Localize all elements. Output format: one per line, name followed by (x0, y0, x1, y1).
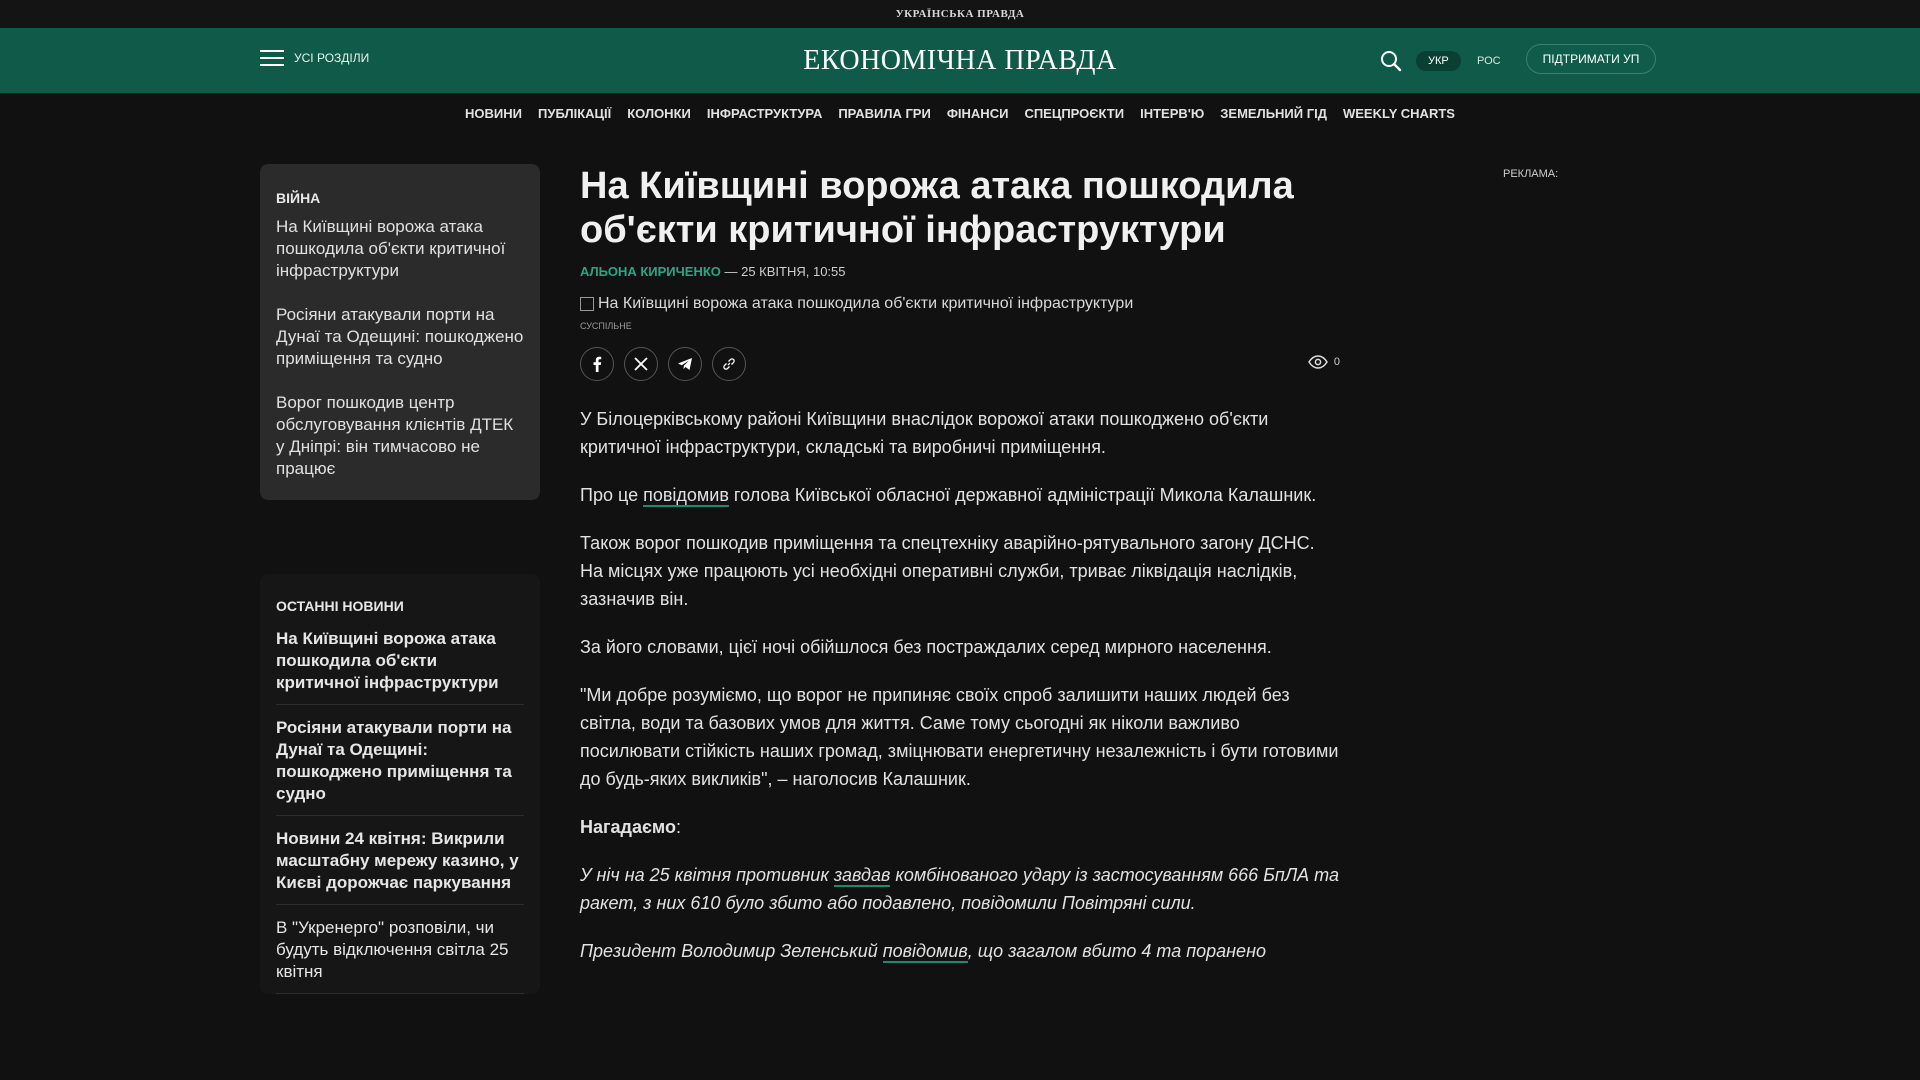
list-item[interactable]: На Київщині ворожа атака пошкодила об'єк… (276, 216, 524, 282)
ad-label: РЕКЛАМА: (1503, 168, 1559, 180)
nav-item-infrastructure[interactable]: ІНФРАСТРУКТУРА (707, 106, 822, 121)
copy-link-button[interactable] (712, 347, 746, 381)
author-link[interactable]: АЛЬОНА КИРИЧЕНКО (580, 264, 721, 279)
top-brand-strip: УКРАЇНСЬКА ПРАВДА (0, 0, 1920, 28)
paragraph: У Білоцерківському районі Київщини внасл… (580, 409, 1269, 457)
lang-ros-button[interactable]: РОС (1465, 51, 1513, 71)
war-heading[interactable]: ВІЙНА (276, 190, 524, 206)
source-link[interactable]: завдав (833, 865, 891, 887)
logo-link[interactable]: ЕКОНОМІЧНА ПРАВДА (803, 45, 1116, 76)
nav-item-columns[interactable]: КОЛОНКИ (627, 106, 691, 121)
image-source: СУСПІЛЬНЕ (580, 321, 632, 331)
article: На Київщині ворожа атака пошкодила об'єк… (580, 164, 1340, 985)
telegram-share-button[interactable] (668, 347, 702, 381)
search-icon[interactable] (1379, 49, 1403, 73)
image-alt-text: На Київщині ворожа атака пошкодила об'єк… (598, 295, 1134, 312)
site-header: УСІ РОЗДІЛИ ЕКОНОМІЧНА ПРАВДА УКР РОС ПІ… (0, 28, 1920, 93)
reminder-paragraph: Нагадаємо: (580, 817, 681, 837)
paragraph: Президент Володимир Зеленський повідомив… (580, 941, 1266, 963)
facebook-share-button[interactable] (580, 347, 614, 381)
main-nav: НОВИНИ ПУБЛІКАЦІЇ КОЛОНКИ ІНФРАСТРУКТУРА… (0, 93, 1920, 133)
lang-ukr-button[interactable]: УКР (1416, 51, 1461, 71)
x-icon (634, 357, 648, 371)
eye-icon (1307, 355, 1328, 369)
link-icon (723, 358, 735, 370)
reminder-label: Нагадаємо (580, 817, 676, 837)
telegram-icon (678, 358, 692, 370)
support-button[interactable]: ПІДТРИМАТИ УП (1526, 44, 1656, 74)
latest-news-heading[interactable]: ОСТАННІ НОВИНИ (276, 598, 524, 614)
list-item[interactable]: На Київщині ворожа атака пошкодила об'єк… (276, 628, 524, 705)
facebook-icon (593, 356, 602, 372)
x-share-button[interactable] (624, 347, 658, 381)
broken-image-icon (580, 297, 594, 311)
source-link[interactable]: повідомив (643, 485, 729, 507)
nav-item-finance[interactable]: ФІНАНСИ (947, 106, 1009, 121)
list-item[interactable]: Росіяни атакували порти на Дунаї та Одещ… (276, 717, 524, 816)
article-image: На Київщині ворожа атака пошкодила об'єк… (580, 295, 1340, 313)
share-bar: 0 (580, 347, 1340, 381)
view-count: 0 (1307, 355, 1340, 369)
paragraph: Також ворог пошкодив приміщення та спецт… (580, 533, 1315, 609)
paragraph: За його словами, цієї ночі обійшлося без… (580, 637, 1272, 657)
view-count-value: 0 (1333, 356, 1340, 368)
war-news-block: ВІЙНА На Київщині ворожа атака пошкодила… (260, 164, 540, 500)
list-item[interactable]: Росіяни атакували порти на Дунаї та Одещ… (276, 304, 524, 370)
article-date: — 25 КВІТНЯ, 10:55 (720, 264, 846, 279)
nav-item-rules[interactable]: ПРАВИЛА ГРИ (838, 106, 931, 121)
quote-paragraph: "Ми добре розуміємо, що ворог не припиня… (580, 685, 1339, 789)
nav-item-land-guide[interactable]: ЗЕМЕЛЬНИЙ ГІД (1220, 106, 1327, 121)
source-link[interactable]: повідомив (882, 941, 968, 963)
up-brand-link[interactable]: УКРАЇНСЬКА ПРАВДА (896, 8, 1025, 20)
article-title: На Київщині ворожа атака пошкодила об'єк… (580, 165, 1294, 251)
list-item[interactable]: В "Укренерго" розповіли, чи будуть відкл… (276, 917, 524, 994)
article-byline: АЛЬОНА КИРИЧЕНКО — 25 КВІТНЯ, 10:55 (580, 264, 1340, 279)
paragraph: У ніч на 25 квітня противник завдав комб… (580, 865, 1339, 913)
latest-news-block: ОСТАННІ НОВИНИ На Київщині ворожа атака … (260, 574, 540, 994)
nav-item-weekly-charts[interactable]: WEEKLY CHARTS (1343, 106, 1455, 121)
list-item[interactable]: Новини 24 квітня: Викрили масштабну мере… (276, 828, 524, 905)
article-body: У Білоцерківському районі Київщини внасл… (580, 405, 1340, 965)
nav-item-specprojects[interactable]: СПЕЦПРОЄКТИ (1024, 106, 1124, 121)
list-item[interactable]: Ворог пошкодив центр обслуговування кліє… (276, 392, 524, 480)
nav-item-publications[interactable]: ПУБЛІКАЦІЇ (538, 106, 611, 121)
nav-item-interview[interactable]: ІНТЕРВ'Ю (1140, 106, 1204, 121)
nav-item-news[interactable]: НОВИНИ (465, 106, 522, 121)
paragraph: Про це повідомив голова Київської обласн… (580, 485, 1317, 507)
